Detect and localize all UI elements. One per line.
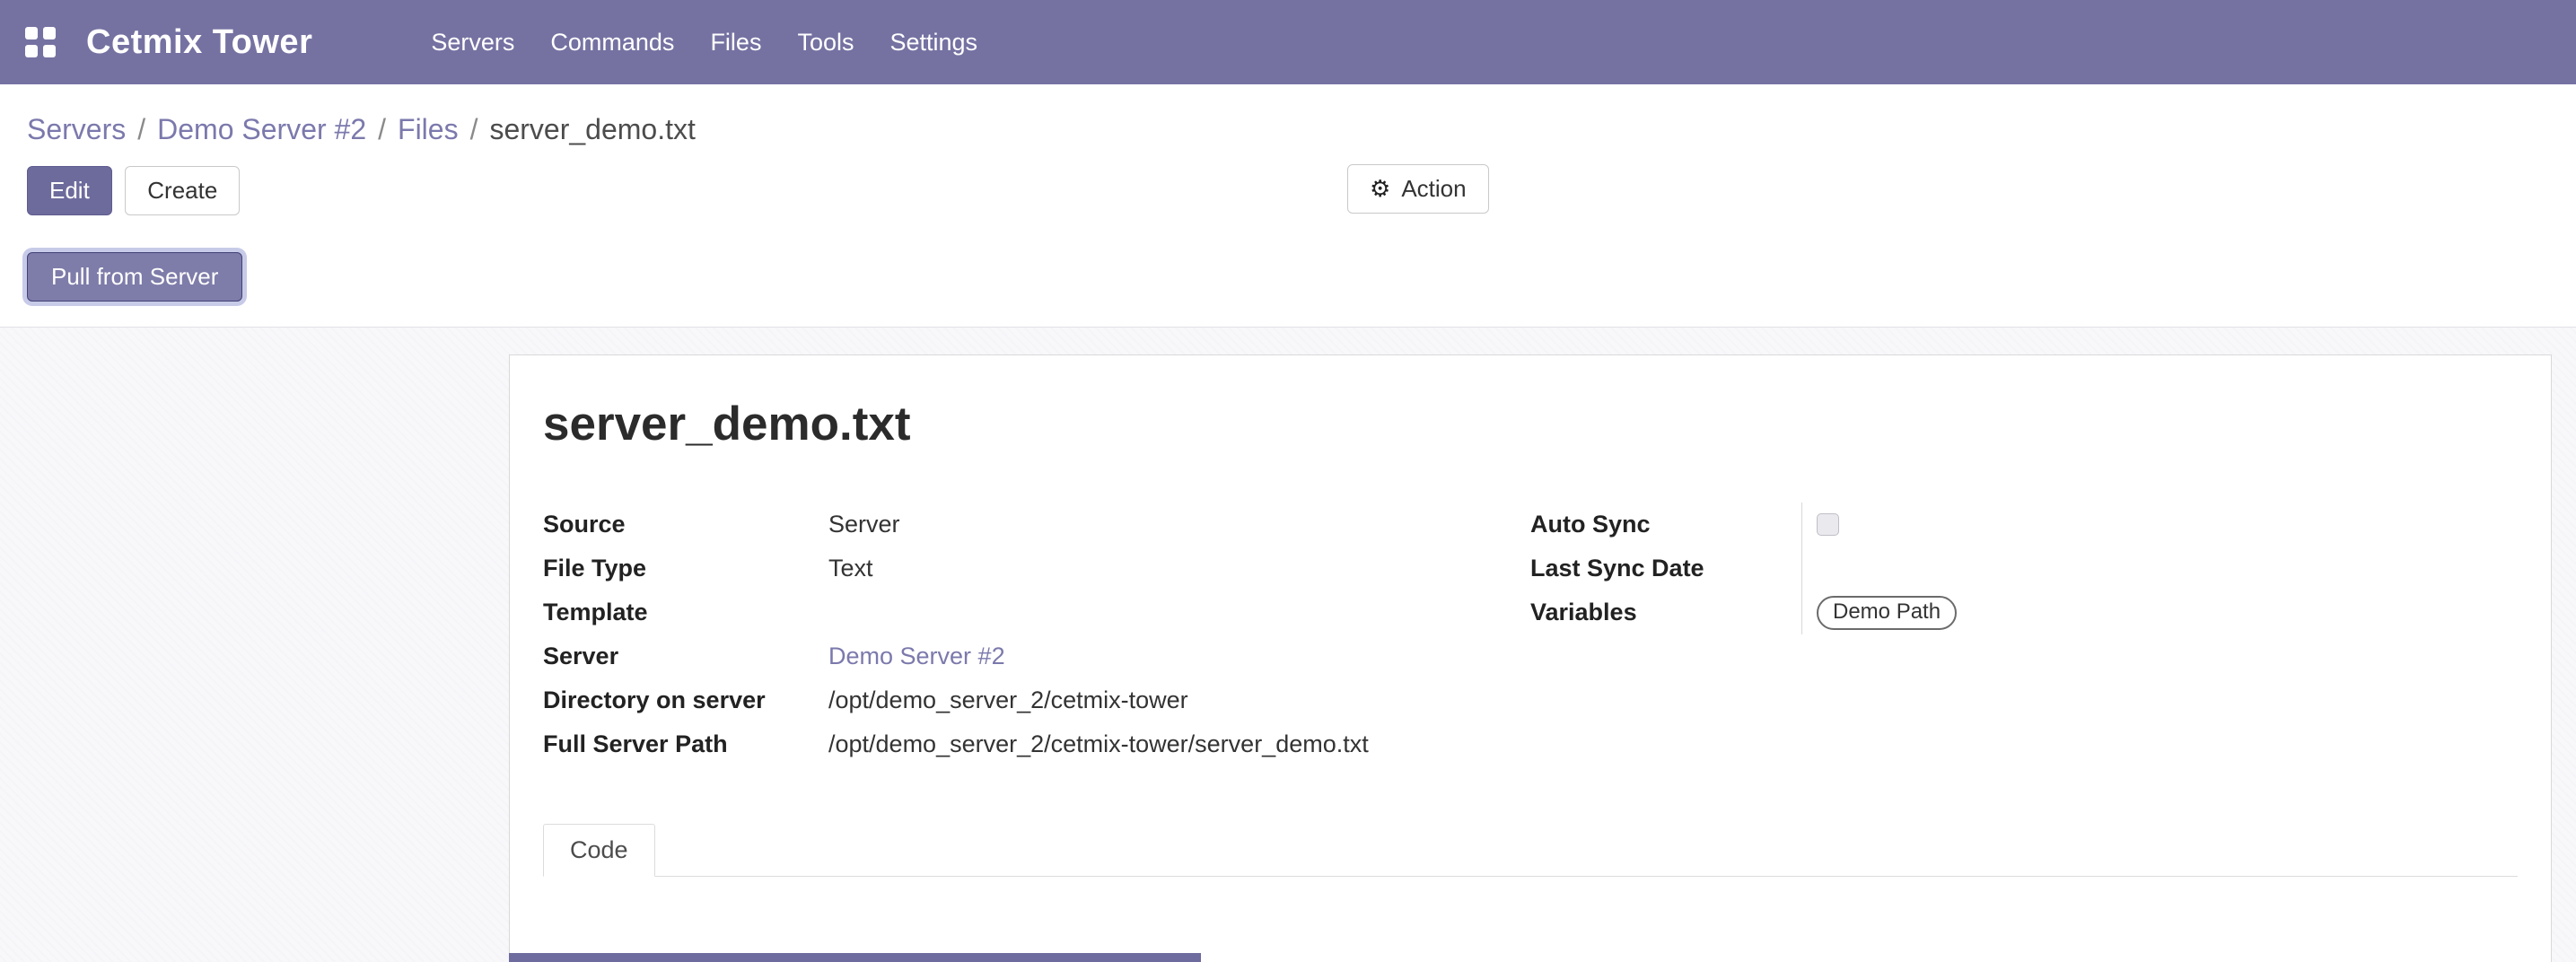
field-groups: Source Server File Type Text Template Se… xyxy=(543,503,2518,766)
form-view-background: server_demo.txt Source Server File Type … xyxy=(0,328,2576,962)
tab-code[interactable]: Code xyxy=(543,824,655,877)
field-value-source: Server xyxy=(828,511,1530,538)
edit-button[interactable]: Edit xyxy=(27,166,112,215)
notebook-tabs: Code xyxy=(543,824,2518,877)
breadcrumb-link-files[interactable]: Files xyxy=(398,113,459,146)
field-row-full-path: Full Server Path /opt/demo_server_2/cetm… xyxy=(543,722,1530,766)
field-row-template: Template xyxy=(543,590,1530,634)
breadcrumb-separator: / xyxy=(137,113,145,146)
field-group-right: Auto Sync Last Sync Date Variables Demo … xyxy=(1530,503,2518,766)
nav-item-commands[interactable]: Commands xyxy=(532,0,692,84)
code-editor-top-strip xyxy=(509,953,1201,962)
field-row-source: Source Server xyxy=(543,503,1530,547)
form-sheet: server_demo.txt Source Server File Type … xyxy=(509,354,2552,962)
field-row-last-sync-date: Last Sync Date xyxy=(1530,547,2518,590)
breadcrumb-link-demo-server-2[interactable]: Demo Server #2 xyxy=(157,113,366,146)
field-row-server: Server Demo Server #2 xyxy=(543,634,1530,678)
action-menu-label: Action xyxy=(1401,175,1466,203)
field-label-template: Template xyxy=(543,599,828,626)
nav-item-files[interactable]: Files xyxy=(692,0,779,84)
field-value-directory: /opt/demo_server_2/cetmix-tower xyxy=(828,687,1530,714)
top-navbar: Cetmix Tower Servers Commands Files Tool… xyxy=(0,0,2576,84)
field-value-file-type: Text xyxy=(828,555,1530,582)
field-label-file-type: File Type xyxy=(543,555,828,582)
control-panel-buttons: Edit Create ⚙ Action xyxy=(0,153,2576,231)
notebook: Code xyxy=(543,824,2518,962)
apps-grid-square xyxy=(25,27,38,39)
field-label-server: Server xyxy=(543,643,828,670)
app-brand[interactable]: Cetmix Tower xyxy=(86,23,312,62)
field-label-directory: Directory on server xyxy=(543,687,828,714)
main-menu: Servers Commands Files Tools Settings xyxy=(413,0,995,84)
breadcrumb-separator: / xyxy=(470,113,478,146)
control-panel: Servers / Demo Server #2 / Files / serve… xyxy=(0,84,2576,328)
field-row-variables: Variables Demo Path xyxy=(1530,590,2518,634)
auto-sync-checkbox[interactable] xyxy=(1817,513,1839,536)
field-label-source: Source xyxy=(543,511,828,538)
code-tab-content xyxy=(543,877,2518,962)
variable-tag-demo-path: Demo Path xyxy=(1817,596,1957,630)
nav-item-servers[interactable]: Servers xyxy=(413,0,532,84)
pull-from-server-button[interactable]: Pull from Server xyxy=(27,252,242,302)
apps-grid-square xyxy=(25,45,38,57)
create-button[interactable]: Create xyxy=(125,166,240,215)
field-row-file-type: File Type Text xyxy=(543,547,1530,590)
action-menu-button[interactable]: ⚙ Action xyxy=(1347,164,1489,214)
field-row-auto-sync: Auto Sync xyxy=(1530,503,2518,547)
nav-item-settings[interactable]: Settings xyxy=(872,0,995,84)
apps-grid-square xyxy=(43,27,56,39)
field-value-server-link[interactable]: Demo Server #2 xyxy=(828,643,1005,669)
nav-item-tools[interactable]: Tools xyxy=(779,0,872,84)
field-label-full-path: Full Server Path xyxy=(543,730,828,758)
record-title: server_demo.txt xyxy=(543,397,2518,451)
field-group-left: Source Server File Type Text Template Se… xyxy=(543,503,1530,766)
field-value-full-path: /opt/demo_server_2/cetmix-tower/server_d… xyxy=(828,730,1530,758)
field-label-variables: Variables xyxy=(1530,599,1801,626)
breadcrumb: Servers / Demo Server #2 / Files / serve… xyxy=(0,84,2576,153)
gear-icon: ⚙ xyxy=(1370,175,1390,203)
field-row-directory: Directory on server /opt/demo_server_2/c… xyxy=(543,678,1530,722)
apps-grid-square xyxy=(43,45,56,57)
field-label-last-sync-date: Last Sync Date xyxy=(1530,555,1801,582)
statusbar: Pull from Server xyxy=(0,231,2576,328)
field-value-last-sync-date xyxy=(1801,547,2518,590)
breadcrumb-link-servers[interactable]: Servers xyxy=(27,113,126,146)
apps-grid-icon[interactable] xyxy=(25,27,56,57)
breadcrumb-separator: / xyxy=(378,113,386,146)
breadcrumb-current: server_demo.txt xyxy=(489,113,695,146)
field-label-auto-sync: Auto Sync xyxy=(1530,511,1801,538)
